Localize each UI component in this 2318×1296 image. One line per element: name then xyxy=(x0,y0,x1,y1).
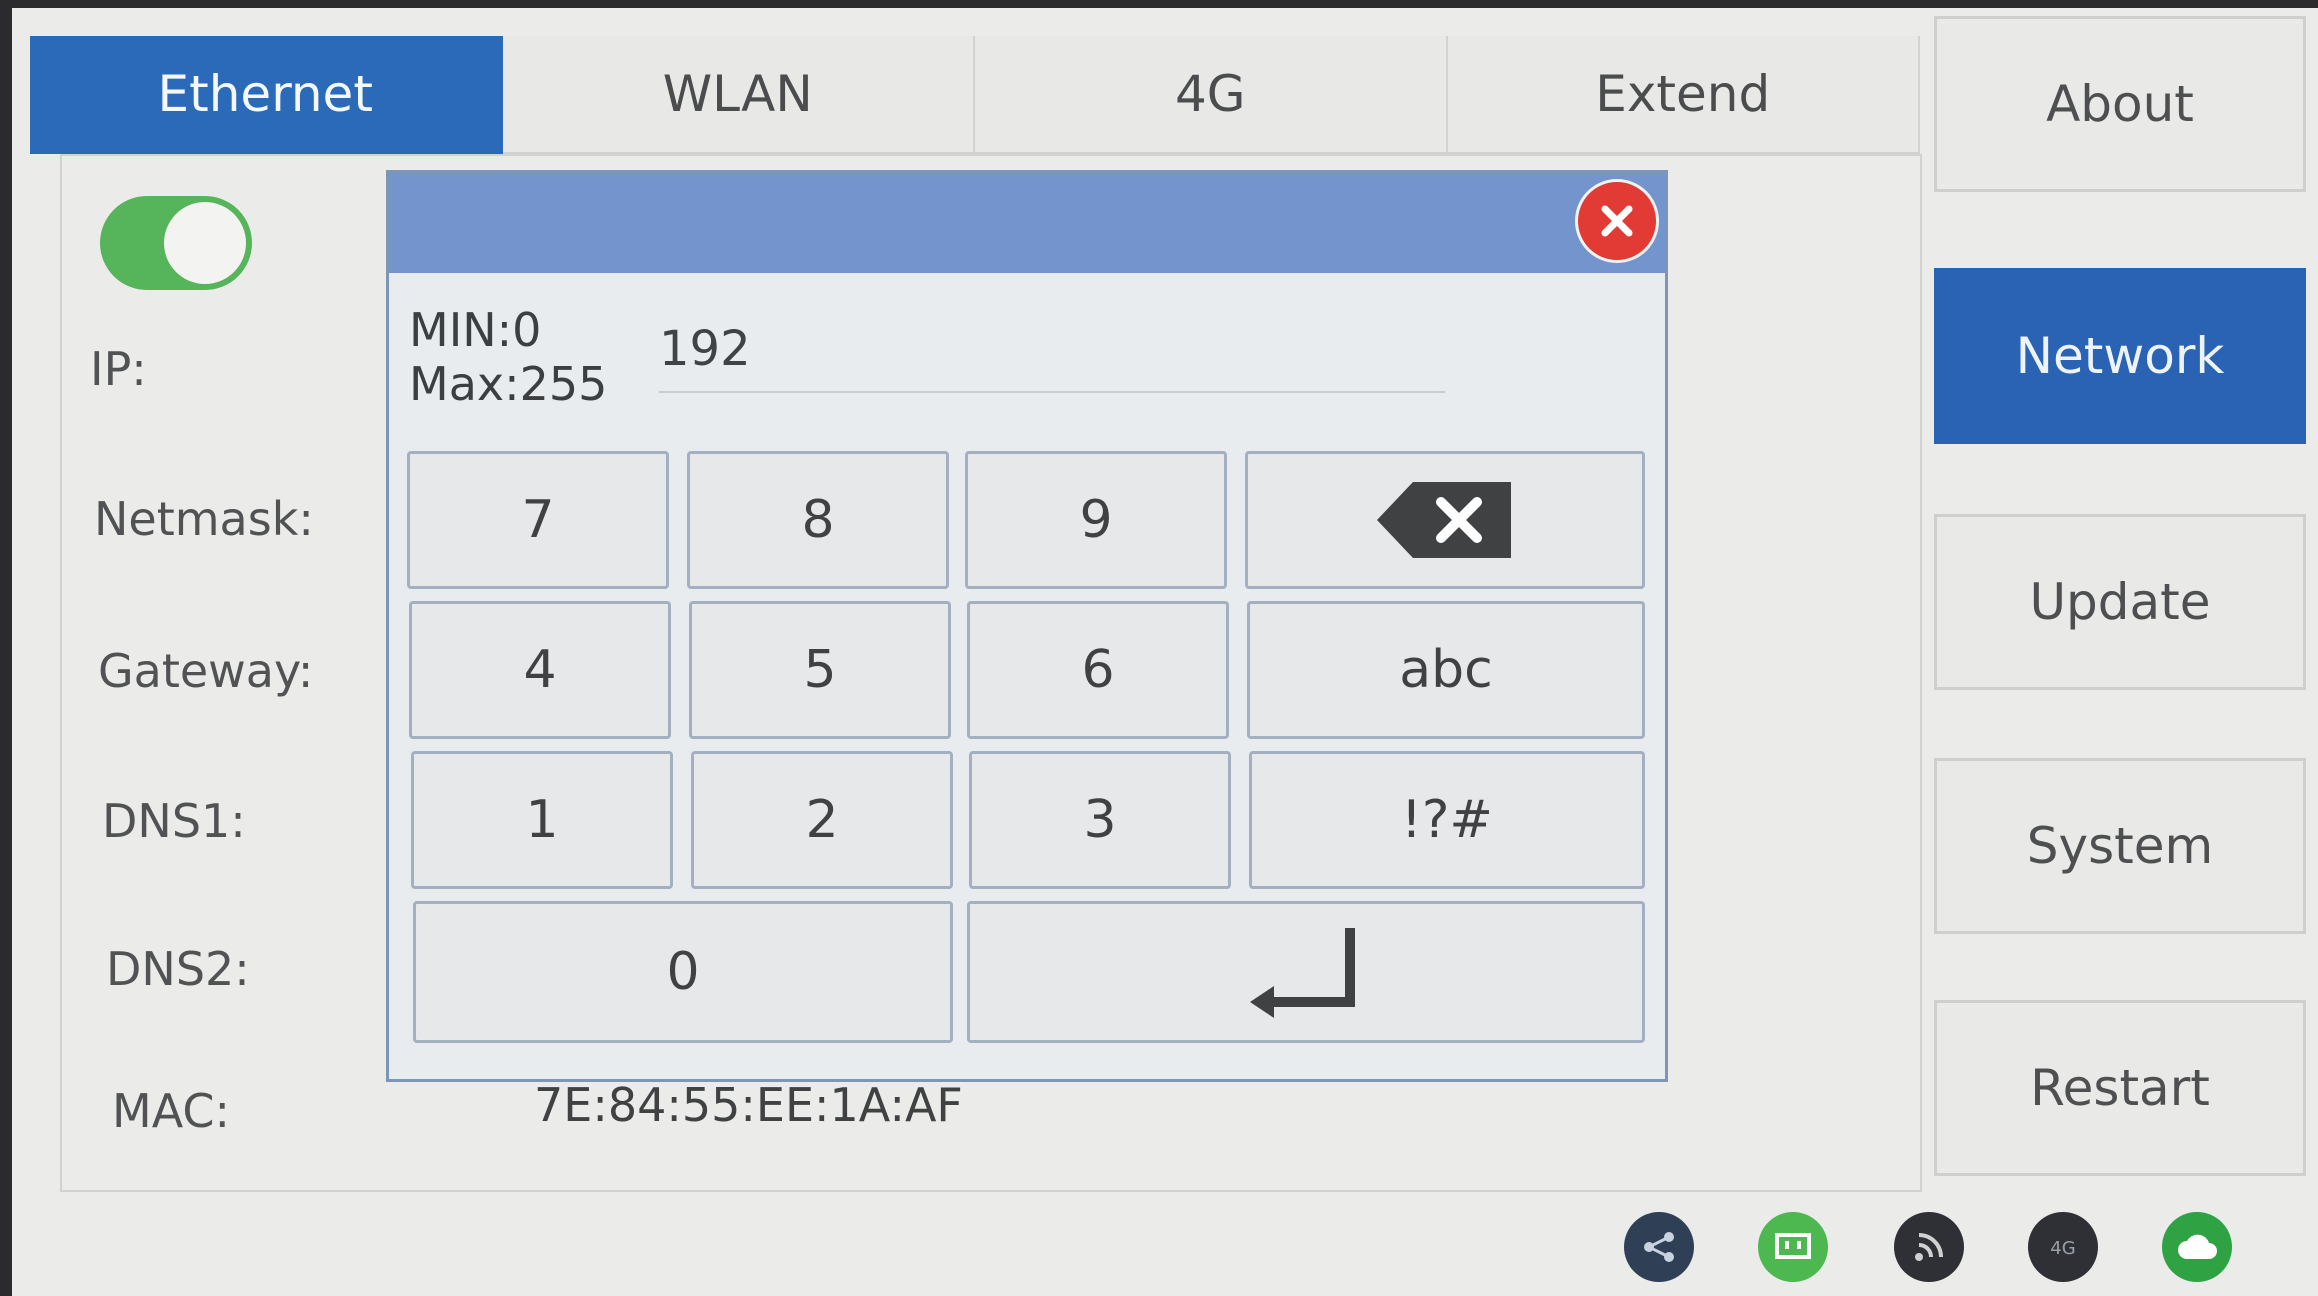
ethernet-icon xyxy=(1758,1212,1828,1282)
share-icon xyxy=(1624,1212,1694,1282)
gateway-label: Gateway: xyxy=(98,644,314,698)
4g-icon: 4G xyxy=(2028,1212,2098,1282)
dns2-label: DNS2: xyxy=(106,942,250,996)
cloud-icon xyxy=(2162,1212,2232,1282)
key-2[interactable]: 2 xyxy=(691,751,953,889)
network-tabs: Ethernet WLAN 4G Extend xyxy=(30,36,1920,154)
ip-label: IP: xyxy=(90,342,147,396)
enter-icon xyxy=(1250,928,1355,1018)
nav-update-button[interactable]: Update xyxy=(1934,514,2306,690)
tab-ethernet[interactable]: Ethernet xyxy=(30,36,503,154)
value-range: MIN:0 Max:255 xyxy=(409,303,607,411)
close-button[interactable] xyxy=(1575,179,1659,263)
device-screen: Ethernet WLAN 4G Extend About Network Up… xyxy=(12,8,2318,1296)
nav-network-button[interactable]: Network xyxy=(1934,268,2306,444)
tab-4g[interactable]: 4G xyxy=(975,36,1448,154)
key-5[interactable]: 5 xyxy=(689,601,951,739)
dns1-label: DNS1: xyxy=(102,794,246,848)
key-8[interactable]: 8 xyxy=(687,451,949,589)
close-icon xyxy=(1601,205,1633,237)
backspace-button[interactable] xyxy=(1245,451,1645,589)
key-4[interactable]: 4 xyxy=(409,601,671,739)
wifi-icon xyxy=(1894,1212,1964,1282)
ethernet-enable-toggle[interactable] xyxy=(100,196,252,290)
key-3[interactable]: 3 xyxy=(969,751,1231,889)
keypad-input[interactable]: 192 xyxy=(659,321,1445,393)
enter-button[interactable] xyxy=(967,901,1645,1043)
nav-about-button[interactable]: About xyxy=(1934,16,2306,192)
mac-label: MAC: xyxy=(112,1084,230,1138)
tab-extend[interactable]: Extend xyxy=(1447,36,1920,154)
key-0[interactable]: 0 xyxy=(413,901,953,1043)
svg-text:4G: 4G xyxy=(2050,1238,2075,1259)
nav-system-button[interactable]: System xyxy=(1934,758,2306,934)
mac-value: 7E:84:55:EE:1A:AF xyxy=(534,1078,963,1132)
min-label: MIN:0 xyxy=(409,303,542,357)
netmask-label: Netmask: xyxy=(94,492,314,546)
nav-restart-button[interactable]: Restart xyxy=(1934,1000,2306,1176)
key-1[interactable]: 1 xyxy=(411,751,673,889)
abc-key[interactable]: abc xyxy=(1247,601,1645,739)
backspace-icon xyxy=(1377,482,1511,558)
max-label: Max:255 xyxy=(409,357,608,411)
key-6[interactable]: 6 xyxy=(967,601,1229,739)
tab-wlan[interactable]: WLAN xyxy=(502,36,975,154)
toggle-knob xyxy=(164,202,246,284)
key-7[interactable]: 7 xyxy=(407,451,669,589)
key-9[interactable]: 9 xyxy=(965,451,1227,589)
numeric-keypad-dialog: MIN:0 Max:255 192 7 8 9 4 5 6 abc 1 2 3 … xyxy=(386,170,1668,1082)
dialog-header xyxy=(389,173,1665,273)
symbols-key[interactable]: !?# xyxy=(1249,751,1645,889)
